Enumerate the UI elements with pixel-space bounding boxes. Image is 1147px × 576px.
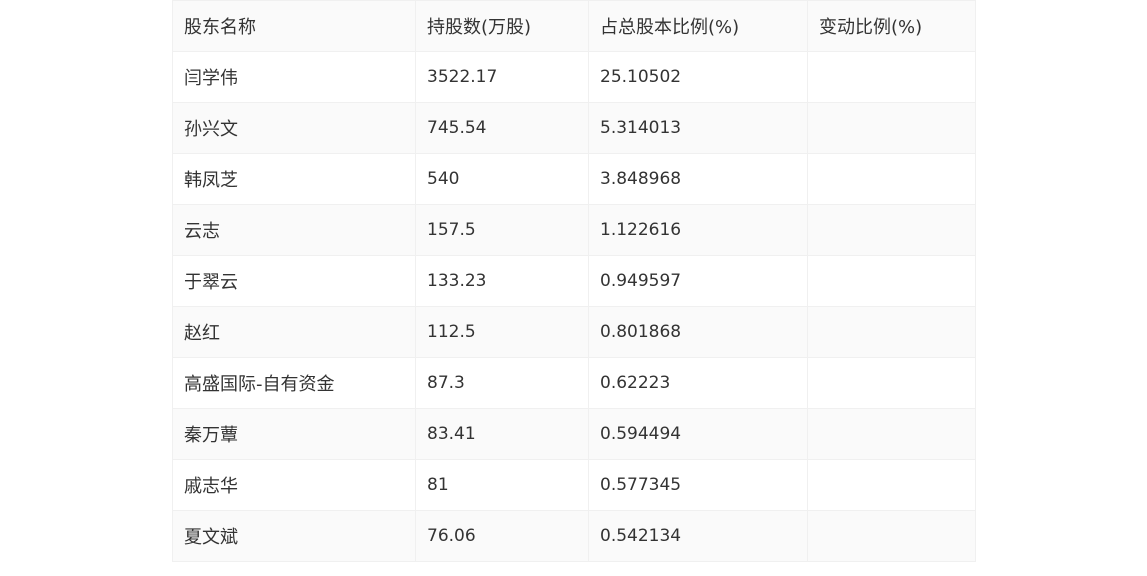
cell-ratio: 0.577345: [588, 459, 808, 511]
table-body: 闫学伟 3522.17 25.10502 孙兴文 745.54 5.314013…: [172, 51, 976, 562]
cell-shares: 745.54: [415, 102, 589, 154]
table-row: 于翠云 133.23 0.949597: [172, 255, 976, 307]
shareholder-table-container: 股东名称 持股数(万股) 占总股本比例(%) 变动比例(%) 闫学伟 3522.…: [172, 0, 976, 562]
cell-ratio: 0.801868: [588, 306, 808, 358]
header-row: 股东名称 持股数(万股) 占总股本比例(%) 变动比例(%): [172, 0, 976, 52]
header-change-ratio: 变动比例(%): [807, 0, 976, 52]
cell-ratio: 1.122616: [588, 204, 808, 256]
cell-change: [807, 102, 976, 154]
cell-shares: 157.5: [415, 204, 589, 256]
cell-name: 夏文斌: [172, 510, 416, 562]
cell-shares: 133.23: [415, 255, 589, 307]
table-row: 高盛国际-自有资金 87.3 0.62223: [172, 357, 976, 409]
cell-name: 云志: [172, 204, 416, 256]
cell-ratio: 25.10502: [588, 51, 808, 103]
cell-change: [807, 51, 976, 103]
cell-ratio: 0.594494: [588, 408, 808, 460]
table-row: 秦万蕈 83.41 0.594494: [172, 408, 976, 460]
cell-shares: 87.3: [415, 357, 589, 409]
cell-shares: 81: [415, 459, 589, 511]
cell-change: [807, 357, 976, 409]
table-row: 夏文斌 76.06 0.542134: [172, 510, 976, 562]
table-header: 股东名称 持股数(万股) 占总股本比例(%) 变动比例(%): [172, 0, 976, 52]
cell-shares: 76.06: [415, 510, 589, 562]
cell-change: [807, 306, 976, 358]
shareholder-table: 股东名称 持股数(万股) 占总股本比例(%) 变动比例(%) 闫学伟 3522.…: [172, 0, 976, 562]
cell-name: 高盛国际-自有资金: [172, 357, 416, 409]
cell-shares: 112.5: [415, 306, 589, 358]
cell-change: [807, 459, 976, 511]
cell-change: [807, 408, 976, 460]
cell-name: 韩凤芝: [172, 153, 416, 205]
cell-name: 赵红: [172, 306, 416, 358]
table-row: 戚志华 81 0.577345: [172, 459, 976, 511]
cell-change: [807, 255, 976, 307]
cell-change: [807, 153, 976, 205]
cell-change: [807, 204, 976, 256]
cell-change: [807, 510, 976, 562]
cell-ratio: 0.542134: [588, 510, 808, 562]
table-row: 孙兴文 745.54 5.314013: [172, 102, 976, 154]
cell-shares: 540: [415, 153, 589, 205]
cell-ratio: 0.62223: [588, 357, 808, 409]
header-share-ratio: 占总股本比例(%): [588, 0, 808, 52]
cell-shares: 83.41: [415, 408, 589, 460]
cell-shares: 3522.17: [415, 51, 589, 103]
header-shareholder-name: 股东名称: [172, 0, 416, 52]
table-row: 云志 157.5 1.122616: [172, 204, 976, 256]
table-row: 韩凤芝 540 3.848968: [172, 153, 976, 205]
cell-ratio: 3.848968: [588, 153, 808, 205]
header-shares-held: 持股数(万股): [415, 0, 589, 52]
cell-name: 闫学伟: [172, 51, 416, 103]
cell-name: 孙兴文: [172, 102, 416, 154]
cell-ratio: 5.314013: [588, 102, 808, 154]
cell-name: 于翠云: [172, 255, 416, 307]
table-row: 闫学伟 3522.17 25.10502: [172, 51, 976, 103]
cell-name: 戚志华: [172, 459, 416, 511]
table-row: 赵红 112.5 0.801868: [172, 306, 976, 358]
cell-ratio: 0.949597: [588, 255, 808, 307]
cell-name: 秦万蕈: [172, 408, 416, 460]
